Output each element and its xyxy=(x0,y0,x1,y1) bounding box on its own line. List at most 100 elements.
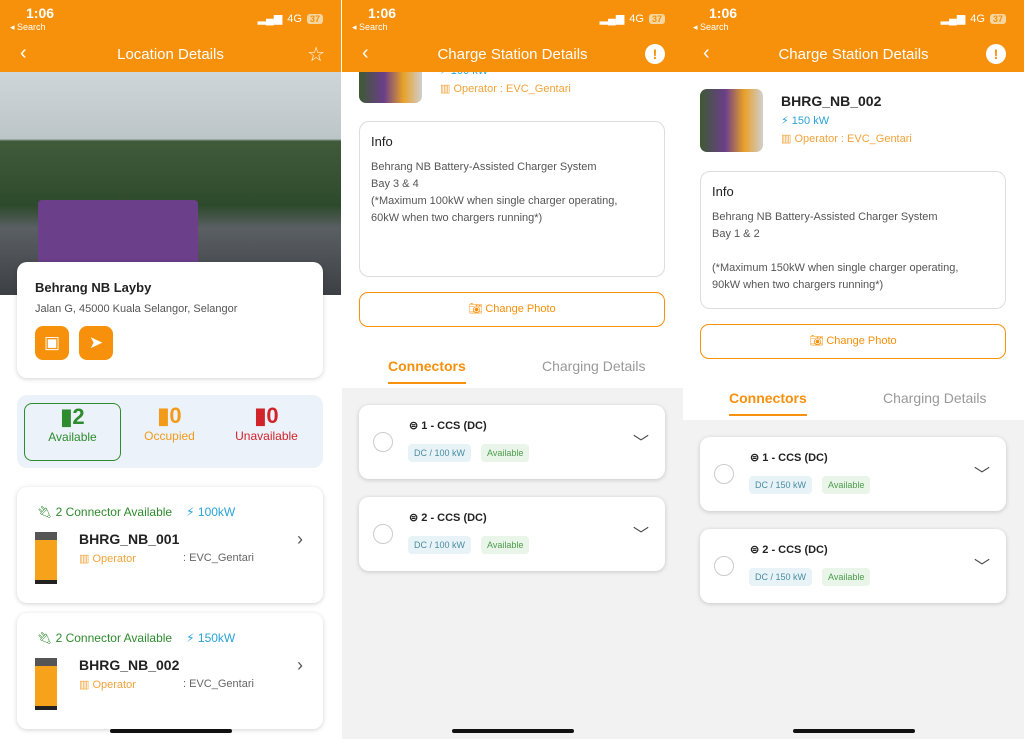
signal-icon: ▂▄▆ xyxy=(599,13,625,25)
plug-icon: 🔌︎ xyxy=(37,631,53,645)
operator-value: : EVC_Gentari xyxy=(183,552,254,564)
location-address: Jalan G, 45000 Kuala Selangor, Selangor xyxy=(35,303,238,315)
back-to-search[interactable]: ◂ Search xyxy=(352,22,388,33)
power: 100kW xyxy=(197,505,236,519)
location-details-screen: 1:06 ◂ Search ▂▄▆ 4G 37 ‹ Location Details… xyxy=(0,0,341,739)
stat-available[interactable]: ▮2 Available xyxy=(24,403,121,461)
favorite-star-icon[interactable]: ☆ xyxy=(307,42,325,67)
stat-occupied[interactable]: ▮0 Occupied xyxy=(121,403,218,461)
stat-unavailable[interactable]: ▮0 Unavailable xyxy=(218,403,315,461)
connector-card[interactable]: ⊜ 2 - CCS (DC) DC / 100 kW Available ﹀ xyxy=(359,497,665,571)
ccs-plug-icon: ⊜ xyxy=(409,420,419,432)
availability: 2 Connector Available xyxy=(55,631,173,645)
location-name: Behrang NB Layby xyxy=(35,280,152,295)
charge-station-details-screen: 1:06 ◂ Search ▂▄▆ 4G 37 ‹ Charge Station D… xyxy=(342,0,683,739)
page-title: Location Details xyxy=(117,46,224,63)
home-indicator xyxy=(452,729,574,733)
clock: 1:06 xyxy=(709,5,738,21)
status-icons: ▂▄▆ 4G 37 xyxy=(600,12,665,25)
operator-label: ▥ Operator xyxy=(79,553,136,565)
status-icons: ▂▄▆ 4G 37 xyxy=(258,12,323,25)
station-operator: ▥ Operator : EVC_Gentari xyxy=(440,83,571,95)
signal-icon: ▂▄▆ xyxy=(940,13,966,25)
page-title: Charge Station Details xyxy=(778,46,929,63)
select-radio[interactable] xyxy=(714,556,734,576)
station-power: ⚡︎ 150 kW xyxy=(781,115,830,127)
ccs-plug-icon: ⊜ xyxy=(750,544,760,556)
operator-label: ▥ Operator xyxy=(79,679,136,691)
chevron-down-icon[interactable]: ﹀ xyxy=(974,553,990,577)
tab-connectors[interactable]: Connectors xyxy=(729,390,807,416)
spec-badge: DC / 150 kW xyxy=(749,568,813,586)
clock: 1:06 xyxy=(368,5,397,21)
station-card[interactable]: 🔌︎ 2 Connector Available ⚡︎ 150kW BHRG_NB… xyxy=(17,613,323,729)
change-photo-button[interactable]: 📷︎ Change Photo xyxy=(359,292,665,327)
chevron-down-icon[interactable]: ﹀ xyxy=(633,429,649,453)
network: 4G xyxy=(287,12,302,25)
connector-card[interactable]: ⊜ 1 - CCS (DC) DC / 150 kW Available ﹀ xyxy=(700,437,1006,511)
select-radio[interactable] xyxy=(373,432,393,452)
station-name: BHRG_NB_002 xyxy=(79,657,180,673)
chevron-down-icon[interactable]: ﹀ xyxy=(974,461,990,485)
battery-icon: 37 xyxy=(648,13,665,24)
station-operator: ▥ Operator : EVC_Gentari xyxy=(781,133,912,145)
signal-icon: ▂▄▆ xyxy=(257,13,283,25)
connector-card[interactable]: ⊜ 1 - CCS (DC) DC / 100 kW Available ﹀ xyxy=(359,405,665,479)
station-card[interactable]: 🔌︎ 2 Connector Available ⚡︎ 100kW BHRG_NB… xyxy=(17,487,323,603)
page-title: Charge Station Details xyxy=(437,46,588,63)
charger-pump-icon xyxy=(35,532,57,584)
alert-icon[interactable]: ! xyxy=(645,44,665,64)
plug-icon: 🔌︎ xyxy=(37,505,53,519)
nav-bar: 1:06 ◂ Search ▂▄▆ 4G 37 ‹ Charge Station D… xyxy=(683,0,1024,72)
charger-icon: ▮ xyxy=(254,403,267,428)
chevron-down-icon[interactable]: ﹀ xyxy=(633,521,649,545)
ccs-plug-icon: ⊜ xyxy=(750,452,760,464)
nav-bar: 1:06 ◂ Search ▂▄▆ 4G 37 ‹ Location Details… xyxy=(0,0,341,72)
chevron-right-icon: › xyxy=(297,655,303,675)
status-badge: Available xyxy=(822,568,871,586)
change-photo-button[interactable]: 📷︎ Change Photo xyxy=(700,324,1006,359)
home-indicator xyxy=(110,729,232,733)
tab-connectors[interactable]: Connectors xyxy=(388,358,466,384)
clock: 1:06 xyxy=(26,5,55,21)
add-photo-button[interactable]: ▣ xyxy=(35,326,69,360)
tab-charging-details[interactable]: Charging Details xyxy=(542,358,646,374)
operator-value: : EVC_Gentari xyxy=(183,678,254,690)
status-badge: Available xyxy=(822,476,871,494)
battery-icon: 37 xyxy=(989,13,1006,24)
select-radio[interactable] xyxy=(373,524,393,544)
bolt-icon: ⚡︎ xyxy=(186,631,195,645)
charger-icon: ▮ xyxy=(157,403,170,428)
info-box: Info Behrang NB Battery-Assisted Charger … xyxy=(700,171,1006,309)
back-to-search[interactable]: ◂ Search xyxy=(10,22,46,33)
camera-icon: 📷︎ xyxy=(468,303,483,315)
navigate-button[interactable]: ➤ xyxy=(79,326,113,360)
charge-station-details-screen: 1:06 ◂ Search ▂▄▆ 4G 37 ‹ Charge Station D… xyxy=(683,0,1024,739)
status-badge: Available xyxy=(481,444,530,462)
nav-bar: 1:06 ◂ Search ▂▄▆ 4G 37 ‹ Charge Station D… xyxy=(342,0,683,72)
back-to-search[interactable]: ◂ Search xyxy=(693,22,729,33)
station-name: BHRG_NB_001 xyxy=(79,531,180,547)
station-name: BHRG_NB_002 xyxy=(781,93,882,109)
charger-pump-icon xyxy=(35,658,57,710)
charger-icon: ▮ xyxy=(60,404,73,429)
availability: 2 Connector Available xyxy=(55,505,173,519)
spec-badge: DC / 100 kW xyxy=(408,536,472,554)
camera-icon: 📷︎ xyxy=(809,335,824,347)
spec-badge: DC / 100 kW xyxy=(408,444,472,462)
power: 150kW xyxy=(197,631,236,645)
status-icons: ▂▄▆ 4G 37 xyxy=(941,12,1006,25)
home-indicator xyxy=(793,729,915,733)
alert-icon[interactable]: ! xyxy=(986,44,1006,64)
spec-badge: DC / 150 kW xyxy=(749,476,813,494)
chevron-right-icon: › xyxy=(297,529,303,549)
location-card: Behrang NB Layby Jalan G, 45000 Kuala Se… xyxy=(17,262,323,378)
connector-stats: ▮2 Available ▮0 Occupied ▮0 Unavailable xyxy=(17,395,323,468)
info-box: Info Behrang NB Battery-Assisted Charger … xyxy=(359,121,665,277)
tab-charging-details[interactable]: Charging Details xyxy=(883,390,987,406)
station-thumbnail xyxy=(700,89,763,152)
battery-icon: 37 xyxy=(306,13,323,24)
select-radio[interactable] xyxy=(714,464,734,484)
connector-card[interactable]: ⊜ 2 - CCS (DC) DC / 150 kW Available ﹀ xyxy=(700,529,1006,603)
bolt-icon: ⚡︎ xyxy=(186,505,195,519)
